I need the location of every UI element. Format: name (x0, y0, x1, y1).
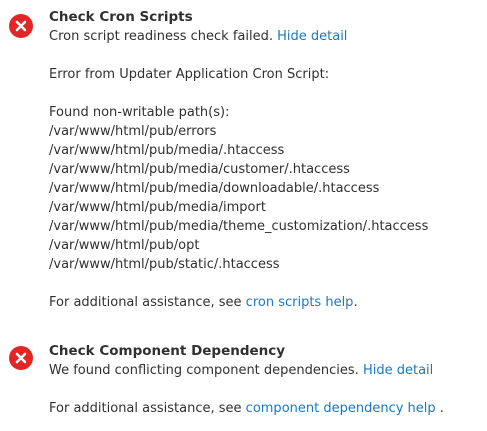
path-item: /var/www/html/pub/media/.htaccess (49, 143, 285, 158)
path-item: /var/www/html/pub/media/downloadable/.ht… (49, 181, 380, 196)
dependency-check-message-line: We found conflicting component dependenc… (49, 361, 487, 380)
cron-assistance-prefix: For additional assistance, see (49, 295, 242, 310)
cron-paths-heading: Found non-writable path(s): (49, 105, 230, 120)
non-writable-paths-list: /var/www/html/pub/errors /var/www/html/p… (49, 122, 487, 274)
dependency-assistance-line: For additional assistance, see component… (49, 399, 487, 418)
cron-assistance-suffix: . (353, 295, 358, 310)
cron-scripts-help-link[interactable]: cron scripts help (246, 295, 354, 310)
path-item: /var/www/html/pub/errors (49, 124, 217, 139)
cron-check-title: Check Cron Scripts (49, 9, 193, 25)
cron-assistance-line: For additional assistance, see cron scri… (49, 293, 487, 312)
dependency-assistance-prefix: For additional assistance, see (49, 401, 242, 416)
cron-error-source: Error from Updater Application Cron Scri… (49, 67, 330, 82)
cron-check-message: Cron script readiness check failed. (49, 29, 273, 44)
dependency-hide-detail-link[interactable]: Hide detail (363, 363, 433, 378)
path-item: /var/www/html/pub/opt (49, 238, 200, 253)
dependency-check-title: Check Component Dependency (49, 343, 286, 359)
path-item: /var/www/html/pub/static/.htaccess (49, 257, 280, 272)
dependency-check-content: Check Component Dependency We found conf… (49, 342, 487, 418)
path-item: /var/www/html/pub/media/import (49, 200, 266, 215)
error-icon (9, 14, 33, 38)
path-item: /var/www/html/pub/media/theme_customizat… (49, 219, 429, 234)
component-dependency-help-link[interactable]: component dependency help (246, 401, 436, 416)
cron-hide-detail-link[interactable]: Hide detail (277, 29, 347, 44)
cron-check-message-line: Cron script readiness check failed. Hide… (49, 27, 487, 46)
dependency-assistance-suffix: . (439, 401, 444, 416)
path-item: /var/www/html/pub/media/customer/.htacce… (49, 162, 350, 177)
dependency-check-message: We found conflicting component dependenc… (49, 363, 359, 378)
error-icon (9, 346, 33, 370)
cron-check-content: Check Cron Scripts Cron script readiness… (49, 8, 487, 312)
